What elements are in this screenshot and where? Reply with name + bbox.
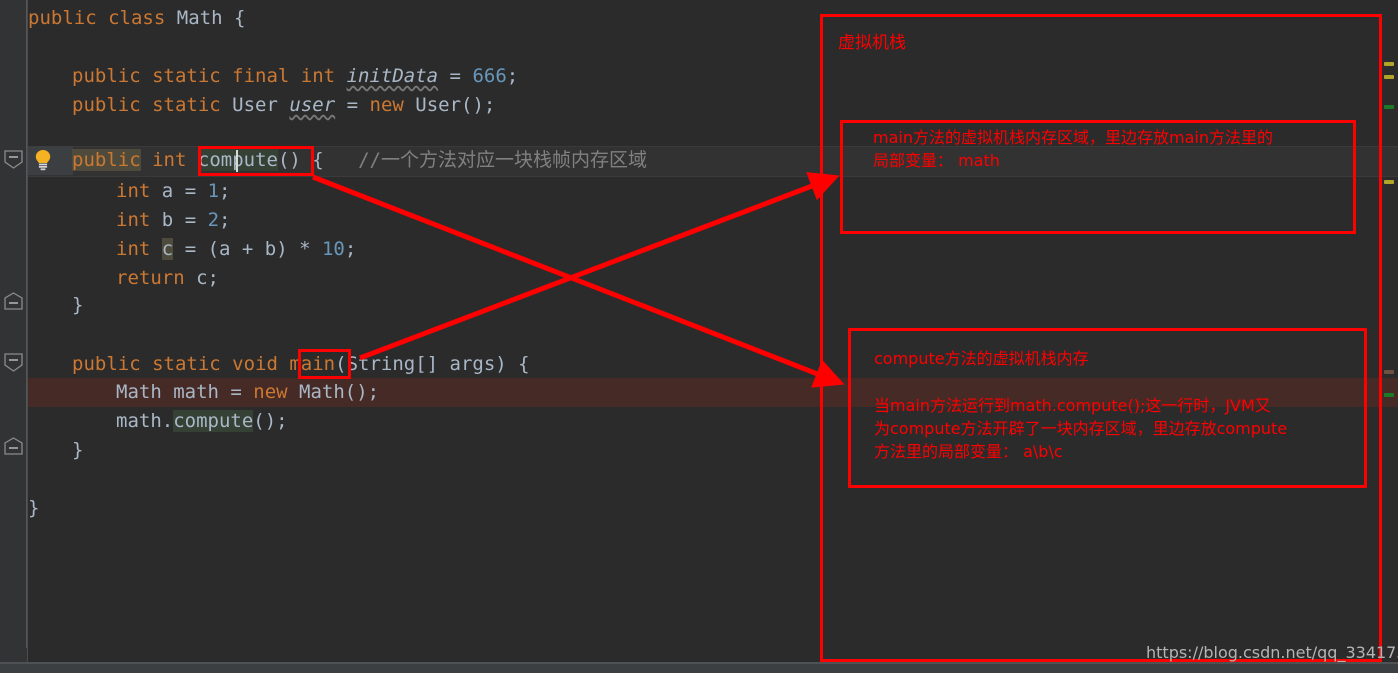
token-type: Math (116, 381, 162, 403)
token-semicolon: ; (219, 209, 231, 231)
code-line: public class Math { (28, 4, 245, 33)
code-line: } (72, 291, 83, 320)
token-keyword: return (116, 267, 185, 289)
token-variable: a (161, 180, 174, 202)
editor-gutter[interactable] (0, 0, 28, 662)
token-constructor: Math(); (287, 381, 380, 403)
stripe-marker-warning[interactable] (1384, 62, 1394, 66)
status-bar (0, 662, 1398, 673)
token-keyword: public (72, 149, 141, 171)
token-operator: = (184, 180, 208, 202)
gutter-fold-line (26, 0, 27, 648)
token-variable: c; (184, 267, 219, 289)
token-brace: } (72, 294, 84, 316)
fold-marker-icon[interactable] (4, 292, 23, 311)
annotation-text-compute-frame: 当main方法运行到math.compute();这一行时，JVM又 为comp… (874, 396, 1288, 461)
token-keyword: class (108, 7, 166, 29)
token-expression: = (a + b) * (184, 238, 322, 260)
stripe-marker-warning[interactable] (1384, 180, 1394, 184)
token-number: 666 (472, 65, 507, 87)
code-line: } (72, 436, 83, 465)
status-bar-divider (0, 662, 1398, 664)
fold-marker-icon[interactable] (4, 353, 23, 372)
token-variable-c: c (161, 238, 174, 260)
token-field: initData (346, 65, 439, 87)
token-object-ref: math. (116, 410, 174, 432)
stripe-marker-change[interactable] (1384, 370, 1394, 374)
token-operator: = (449, 65, 461, 87)
token-type: int (152, 149, 187, 171)
code-line: public static final int initData = 666; (72, 62, 518, 91)
watermark-url: https://blog.csdn.net/qq_33417321 (1146, 643, 1398, 662)
token-brace: { (233, 7, 246, 29)
token-variable: b (161, 209, 174, 231)
code-line: math.compute(); (116, 407, 288, 436)
token-keyword: new (369, 94, 404, 116)
code-line: return c; (116, 264, 219, 293)
token-number: 2 (207, 209, 220, 231)
code-highlight-box-main (298, 349, 351, 379)
token-number: 10 (321, 238, 345, 260)
token-brace: } (28, 497, 40, 519)
token-type: int (116, 180, 151, 202)
token-semicolon: ; (344, 238, 357, 260)
token-type: User (232, 94, 278, 116)
token-type: int (116, 238, 151, 260)
token-keyword: public static final int (72, 65, 336, 87)
code-line: } (28, 494, 39, 523)
code-line: Math math = new Math(); (116, 378, 379, 407)
token-classname: Math (176, 7, 223, 29)
code-line-compute-signature: public int compute() { //一个方法对应一块栈帧内存区域 (72, 146, 647, 175)
token-call-tail: (); (253, 410, 288, 432)
token-brace: { (312, 149, 324, 171)
code-highlight-box-compute (198, 146, 314, 176)
token-comment: //一个方法对应一块栈帧内存区域 (358, 149, 647, 171)
code-line: int c = (a + b) * 10; (116, 235, 356, 264)
fold-marker-icon[interactable] (4, 150, 23, 169)
ide-screenshot: public class Math { public static final … (0, 0, 1398, 673)
stripe-marker-info[interactable] (1384, 393, 1394, 397)
token-keyword: public static void (72, 353, 278, 375)
token-variable: math = (161, 381, 254, 403)
token-operator: = (184, 209, 208, 231)
code-line: int a = 1; (116, 177, 230, 206)
token-method-compute-call: compute (173, 410, 254, 432)
stripe-marker-warning[interactable] (1384, 75, 1394, 79)
token-keyword: public static (72, 94, 221, 116)
token-brace: } (72, 439, 84, 461)
annotation-title-virtual-machine-stack: 虚拟机栈 (838, 33, 906, 53)
token-operator: = (346, 94, 359, 116)
fold-marker-icon[interactable] (4, 437, 23, 456)
token-keyword: public (28, 7, 97, 29)
token-type: int (116, 209, 151, 231)
code-line: public static User user = new User(); (72, 91, 495, 120)
code-line: int b = 2; (116, 206, 230, 235)
token-constructor: User(); (415, 94, 496, 116)
token-signature: (String[] args) { (335, 353, 530, 375)
token-field: user (289, 94, 336, 116)
token-number: 1 (207, 180, 220, 202)
annotation-title-compute-frame: compute方法的虚拟机栈内存 (874, 349, 1089, 368)
token-semicolon: ; (506, 65, 519, 87)
stripe-marker-info[interactable] (1384, 105, 1394, 109)
token-keyword: new (253, 381, 288, 403)
annotation-text-main-frame: main方法的虚拟机栈内存区域，里边存放main方法里的 局部变量： math (873, 128, 1273, 170)
token-semicolon: ; (219, 180, 231, 202)
